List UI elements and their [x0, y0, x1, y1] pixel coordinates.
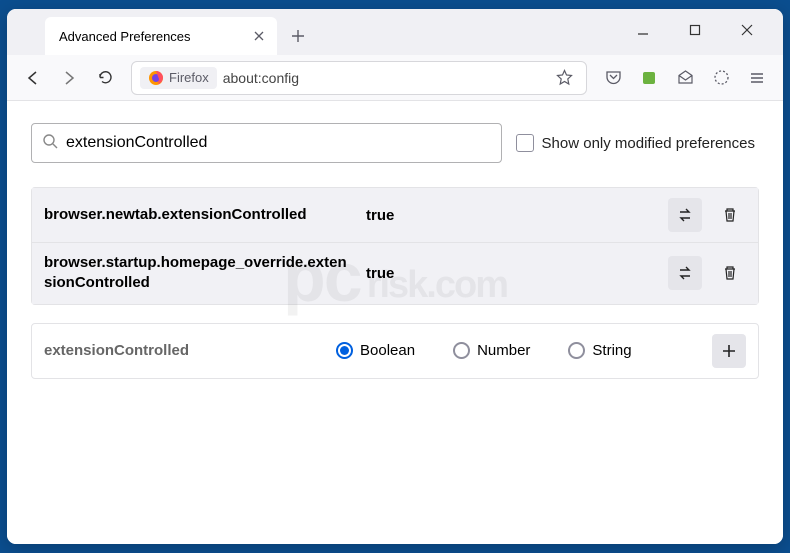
- about-config-content: Show only modified preferences browser.n…: [7, 101, 783, 544]
- identity-box[interactable]: Firefox: [140, 67, 217, 89]
- preference-list: browser.newtab.extensionControlled true …: [31, 187, 759, 305]
- window-controls: [623, 15, 775, 45]
- back-button[interactable]: [17, 62, 49, 94]
- maximize-button[interactable]: [675, 15, 715, 45]
- preference-value: true: [366, 265, 656, 282]
- minimize-button[interactable]: [623, 15, 663, 45]
- radio-icon: [453, 342, 470, 359]
- inbox-icon[interactable]: [669, 62, 701, 94]
- toggle-button[interactable]: [668, 198, 702, 232]
- search-box[interactable]: [31, 123, 502, 163]
- radio-icon: [568, 342, 585, 359]
- type-radio-group: Boolean Number String: [336, 342, 700, 359]
- pocket-icon[interactable]: [597, 62, 629, 94]
- navigation-toolbar: Firefox about:config: [7, 55, 783, 101]
- identity-label: Firefox: [169, 70, 209, 85]
- preference-row[interactable]: browser.startup.homepage_override.extens…: [32, 242, 758, 304]
- search-row: Show only modified preferences: [31, 123, 759, 163]
- add-preference-row: extensionControlled Boolean Number Strin…: [31, 323, 759, 379]
- radio-icon: [336, 342, 353, 359]
- checkbox-icon: [516, 134, 534, 152]
- new-tab-button[interactable]: [283, 21, 313, 51]
- active-tab[interactable]: Advanced Preferences: [45, 17, 277, 55]
- new-preference-name: extensionControlled: [44, 342, 324, 359]
- extension-icon[interactable]: [633, 62, 665, 94]
- url-bar[interactable]: Firefox about:config: [131, 61, 587, 95]
- bookmark-star-icon[interactable]: [550, 69, 578, 86]
- preference-name: browser.newtab.extensionControlled: [44, 205, 354, 225]
- forward-button[interactable]: [53, 62, 85, 94]
- tab-title: Advanced Preferences: [59, 29, 191, 44]
- preference-name: browser.startup.homepage_override.extens…: [44, 253, 354, 294]
- reload-button[interactable]: [89, 62, 121, 94]
- search-icon: [42, 133, 58, 154]
- type-option-boolean[interactable]: Boolean: [336, 342, 415, 359]
- firefox-icon: [148, 70, 164, 86]
- delete-button[interactable]: [714, 257, 746, 289]
- menu-button[interactable]: [741, 62, 773, 94]
- url-text: about:config: [223, 70, 544, 86]
- search-input[interactable]: [66, 134, 491, 152]
- close-window-button[interactable]: [727, 15, 767, 45]
- account-icon[interactable]: [705, 62, 737, 94]
- type-option-string[interactable]: String: [568, 342, 631, 359]
- toggle-button[interactable]: [668, 256, 702, 290]
- preference-value: true: [366, 207, 656, 224]
- close-tab-icon[interactable]: [251, 28, 267, 44]
- titlebar: Advanced Preferences: [7, 9, 783, 55]
- browser-window: Advanced Preferences Firefox about:confi: [7, 9, 783, 544]
- add-button[interactable]: [712, 334, 746, 368]
- filter-label: Show only modified preferences: [542, 135, 755, 152]
- preference-row[interactable]: browser.newtab.extensionControlled true: [32, 188, 758, 242]
- filter-modified-checkbox[interactable]: Show only modified preferences: [516, 134, 759, 152]
- delete-button[interactable]: [714, 199, 746, 231]
- type-option-number[interactable]: Number: [453, 342, 530, 359]
